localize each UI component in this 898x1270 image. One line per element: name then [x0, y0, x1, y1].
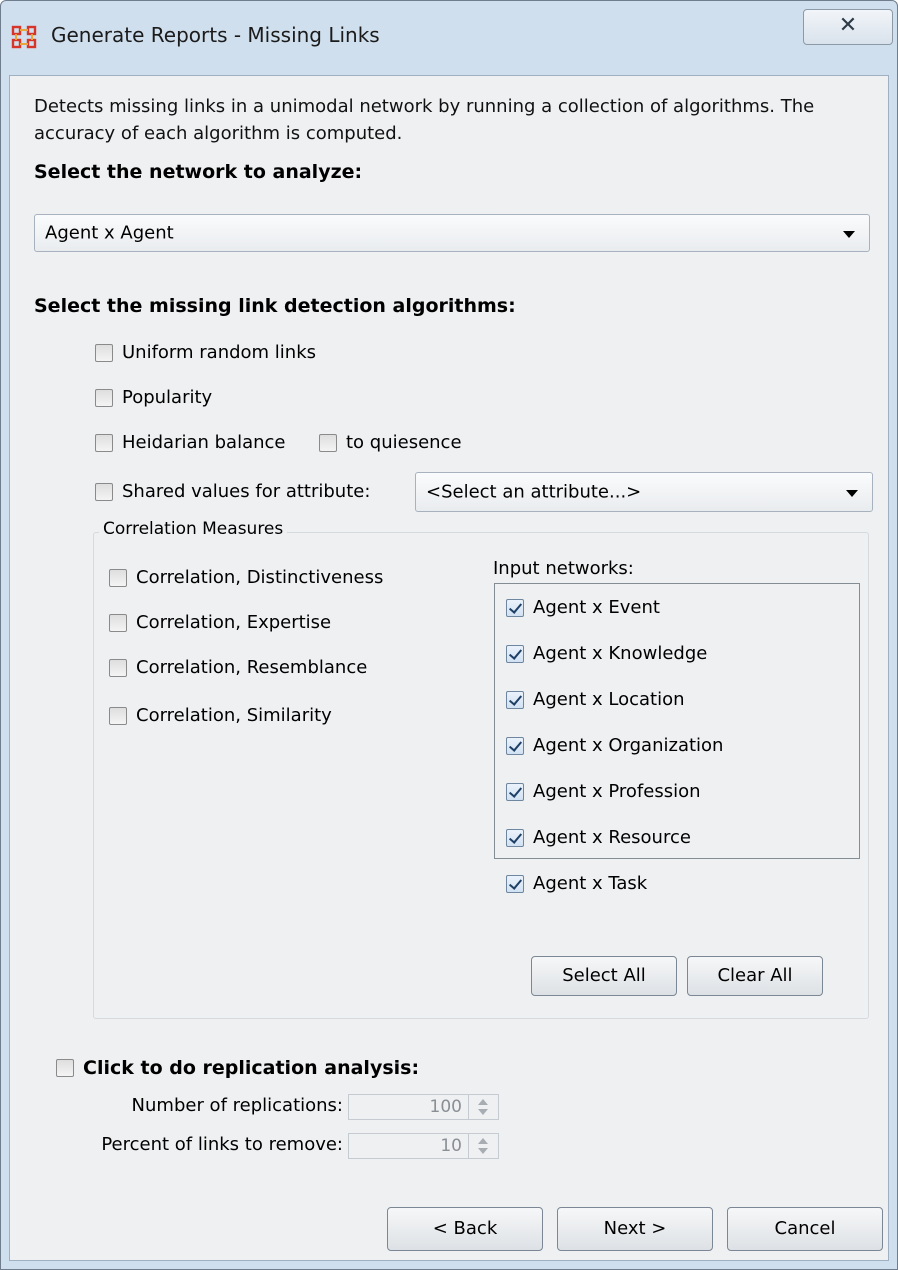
popularity-label: Popularity [122, 387, 213, 408]
to-quiesence-checkbox-row[interactable]: to quiesence [319, 432, 462, 453]
chevron-down-icon [846, 490, 858, 497]
input-networks-list[interactable] [494, 583, 860, 859]
num-replications-value: 100 [429, 1097, 462, 1117]
uniform-random-label: Uniform random links [122, 342, 317, 363]
uniform-random-checkbox[interactable] [95, 343, 113, 362]
correlation-label: Correlation, Resemblance [136, 657, 368, 678]
input-network-label: Agent x Location [533, 689, 685, 710]
algorithms-section-label: Select the missing link detection algori… [34, 295, 516, 317]
input-network-item[interactable]: Agent x Task [506, 873, 647, 894]
correlation-checkbox[interactable] [109, 613, 127, 632]
spinner-arrows-icon[interactable] [468, 1134, 498, 1158]
replication-checkbox-row[interactable]: Click to do replication analysis: [56, 1057, 419, 1079]
network-section-label: Select the network to analyze: [34, 161, 363, 183]
heidarian-balance-checkbox-row[interactable]: Heidarian balance [95, 432, 286, 453]
correlation-item[interactable]: Correlation, Similarity [109, 705, 332, 726]
attribute-select-value: <Select an attribute...> [426, 481, 642, 503]
correlation-checkbox[interactable] [109, 706, 127, 725]
input-network-checkbox[interactable] [506, 690, 524, 709]
correlation-item[interactable]: Correlation, Resemblance [109, 657, 367, 678]
input-network-label: Agent x Task [533, 873, 648, 894]
percent-links-label: Percent of links to remove: [101, 1134, 343, 1155]
heidarian-balance-label: Heidarian balance [122, 432, 286, 453]
app-network-icon [11, 25, 37, 49]
to-quiesence-checkbox[interactable] [319, 433, 337, 452]
popularity-checkbox-row[interactable]: Popularity [95, 387, 212, 408]
correlation-item[interactable]: Correlation, Distinctiveness [109, 567, 383, 588]
network-select[interactable]: Agent x Agent [34, 214, 870, 252]
window-title: Generate Reports - Missing Links [51, 23, 380, 47]
input-network-item[interactable]: Agent x Resource [506, 827, 691, 848]
input-network-label: Agent x Resource [533, 827, 691, 848]
title-bar[interactable]: Generate Reports - Missing Links ✕ [1, 1, 897, 75]
percent-links-spinner[interactable]: 10 [348, 1133, 499, 1159]
input-network-checkbox[interactable] [506, 598, 524, 617]
next-button[interactable]: Next > [557, 1207, 713, 1251]
correlation-item[interactable]: Correlation, Expertise [109, 612, 331, 633]
description-text: Detects missing links in a unimodal netw… [34, 96, 815, 144]
correlation-checkbox[interactable] [109, 568, 127, 587]
input-network-checkbox[interactable] [506, 874, 524, 893]
to-quiesence-label: to quiesence [346, 432, 462, 453]
close-button[interactable]: ✕ [803, 9, 893, 45]
attribute-select[interactable]: <Select an attribute...> [415, 472, 873, 512]
chevron-down-icon [843, 231, 855, 238]
input-networks-label: Input networks: [493, 558, 634, 579]
correlation-label: Correlation, Expertise [136, 612, 332, 633]
num-replications-label: Number of replications: [131, 1095, 343, 1116]
correlation-checkbox[interactable] [109, 658, 127, 677]
input-network-item[interactable]: Agent x Location [506, 689, 685, 710]
input-network-label: Agent x Event [533, 597, 660, 618]
uniform-random-checkbox-row[interactable]: Uniform random links [95, 342, 316, 363]
replication-checkbox[interactable] [56, 1059, 74, 1077]
close-icon: ✕ [838, 13, 858, 38]
input-network-item[interactable]: Agent x Knowledge [506, 643, 707, 664]
back-button[interactable]: < Back [387, 1207, 543, 1251]
popularity-checkbox[interactable] [95, 388, 113, 407]
num-replications-spinner[interactable]: 100 [348, 1094, 499, 1120]
clear-all-button[interactable]: Clear All [687, 956, 823, 996]
network-select-value: Agent x Agent [45, 222, 174, 244]
percent-links-value: 10 [440, 1136, 462, 1156]
correlation-measures-legend: Correlation Measures [99, 519, 288, 539]
input-network-checkbox[interactable] [506, 828, 524, 847]
select-all-button[interactable]: Select All [531, 956, 677, 996]
correlation-label: Correlation, Similarity [136, 705, 332, 726]
heidarian-balance-checkbox[interactable] [95, 433, 113, 452]
input-network-checkbox[interactable] [506, 736, 524, 755]
shared-values-checkbox-row[interactable]: Shared values for attribute: [95, 481, 370, 502]
input-network-label: Agent x Knowledge [533, 643, 708, 664]
input-network-item[interactable]: Agent x Event [506, 597, 660, 618]
correlation-label: Correlation, Distinctiveness [136, 567, 384, 588]
input-network-label: Agent x Profession [533, 781, 701, 802]
input-network-checkbox[interactable] [506, 644, 524, 663]
input-network-checkbox[interactable] [506, 782, 524, 801]
input-network-item[interactable]: Agent x Organization [506, 735, 723, 756]
input-network-item[interactable]: Agent x Profession [506, 781, 701, 802]
cancel-button[interactable]: Cancel [727, 1207, 883, 1251]
replication-label: Click to do replication analysis: [83, 1057, 420, 1079]
input-network-label: Agent x Organization [533, 735, 724, 756]
spinner-arrows-icon[interactable] [468, 1095, 498, 1119]
dialog-window: Generate Reports - Missing Links ✕ Detec… [0, 0, 898, 1270]
shared-values-checkbox[interactable] [95, 482, 113, 501]
shared-values-label: Shared values for attribute: [122, 481, 371, 502]
